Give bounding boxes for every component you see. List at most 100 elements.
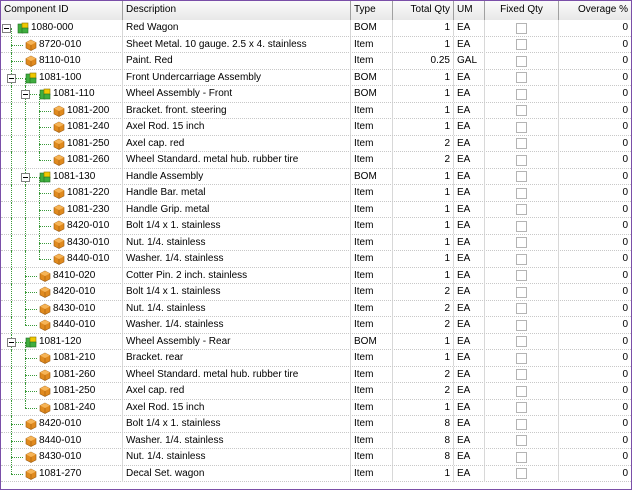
column-header-component-id[interactable]: Component ID — [1, 1, 123, 20]
table-row[interactable]: 8440-010 Washer. 1/4. stainless Item 1 EA 0 — [1, 251, 631, 268]
table-row[interactable]: 1081-210 Bracket. rear Item 1 EA 0 — [1, 350, 631, 367]
table-row[interactable]: 1081-270 Decal Set. wagon Item 1 EA 0 — [1, 465, 631, 482]
component-id-cell[interactable]: 1081-110 — [1, 86, 123, 102]
component-id-cell[interactable]: 1081-260 — [1, 366, 123, 383]
table-row[interactable]: 8430-010 Nut. 1/4. stainless Item 8 EA 0 — [1, 449, 631, 466]
type-cell: Item — [351, 284, 393, 300]
fixed-qty-checkbox[interactable] — [516, 72, 527, 83]
component-id-cell[interactable]: 8720-010 — [1, 36, 123, 53]
component-id-cell[interactable]: 1081-210 — [1, 350, 123, 366]
fixed-qty-checkbox[interactable] — [516, 303, 527, 314]
table-row[interactable]: 1081-240 Axel Rod. 15 inch Item 1 EA 0 — [1, 119, 631, 136]
um-cell: EA — [454, 350, 485, 366]
table-row[interactable]: 1081-200 Bracket. front. steering Item 1 EA 0 — [1, 102, 631, 119]
fixed-qty-checkbox[interactable] — [516, 39, 527, 50]
table-row[interactable]: 1081-130 Handle Assembly BOM 1 EA 0 — [1, 168, 631, 185]
component-id-cell[interactable]: 8440-010 — [1, 432, 123, 449]
collapse-toggle-icon[interactable] — [21, 90, 30, 99]
table-row[interactable]: 1081-250 Axel cap. red Item 2 EA 0 — [1, 383, 631, 400]
fixed-qty-checkbox[interactable] — [516, 121, 527, 133]
fixed-qty-checkbox[interactable] — [516, 187, 527, 199]
fixed-qty-checkbox[interactable] — [516, 418, 527, 430]
fixed-qty-checkbox[interactable] — [516, 385, 527, 397]
table-row[interactable]: 8420-010 Bolt 1/4 x 1. stainless Item 1 EA 0 — [1, 218, 631, 235]
table-row[interactable]: 1081-120 Wheel Assembly - Rear BOM 1 EA 0 — [1, 333, 631, 350]
collapse-toggle-icon[interactable] — [21, 172, 30, 182]
component-id-cell[interactable]: 8430-010 — [1, 234, 123, 251]
fixed-qty-checkbox[interactable] — [516, 286, 527, 298]
fixed-qty-checkbox[interactable] — [516, 237, 527, 248]
table-row[interactable]: 8430-010 Nut. 1/4. stainless Item 1 EA 0 — [1, 234, 631, 251]
component-id-cell[interactable]: 1081-250 — [1, 135, 123, 152]
component-id-cell[interactable]: 1081-250 — [1, 383, 123, 399]
table-row[interactable]: 8440-010 Washer. 1/4. stainless Item 2 EA 0 — [1, 317, 631, 334]
component-id-cell[interactable]: 8430-010 — [1, 300, 123, 317]
component-id-cell[interactable]: 8420-010 — [1, 416, 123, 432]
table-row[interactable]: 8420-010 Bolt 1/4 x 1. stainless Item 2 EA 0 — [1, 284, 631, 301]
fixed-qty-checkbox[interactable] — [516, 171, 527, 182]
table-row[interactable]: 1081-100 Front Undercarriage Assembly BOM 1… — [1, 69, 631, 86]
component-id-cell[interactable]: 1081-240 — [1, 399, 123, 416]
fixed-qty-checkbox[interactable] — [516, 138, 527, 149]
table-row[interactable]: 8420-010 Bolt 1/4 x 1. stainless Item 8 EA 0 — [1, 416, 631, 433]
component-id-cell[interactable]: 8410-020 — [1, 267, 123, 284]
component-id-cell[interactable]: 8440-010 — [1, 251, 123, 267]
fixed-qty-checkbox[interactable] — [516, 369, 527, 380]
component-id-cell[interactable]: 8420-010 — [1, 218, 123, 234]
column-header-fixed-qty[interactable]: Fixed Qty — [485, 1, 559, 20]
component-id-cell[interactable]: 1081-230 — [1, 201, 123, 218]
fixed-qty-checkbox[interactable] — [516, 105, 527, 116]
column-header-overage[interactable]: Overage % — [559, 1, 631, 20]
fixed-qty-checkbox[interactable] — [516, 468, 527, 479]
column-header-type[interactable]: Type — [351, 1, 393, 20]
component-id-cell[interactable]: 1081-240 — [1, 119, 123, 135]
fixed-qty-checkbox[interactable] — [516, 336, 527, 347]
collapse-toggle-icon[interactable] — [7, 337, 16, 347]
fixed-qty-checkbox[interactable] — [516, 402, 527, 413]
column-header-total-qty[interactable]: Total Qty — [393, 1, 454, 20]
component-id-cell[interactable]: 1081-200 — [1, 102, 123, 119]
table-row[interactable]: 1081-240 Axel Rod. 15 inch Item 1 EA 0 — [1, 399, 631, 416]
component-id-cell[interactable]: 8110-010 — [1, 53, 123, 69]
fixed-qty-checkbox[interactable] — [516, 435, 527, 446]
component-id-cell[interactable]: 1081-120 — [1, 333, 123, 350]
table-row[interactable]: 1080-000 Red Wagon BOM 1 EA 0 — [1, 20, 631, 37]
fixed-qty-checkbox[interactable] — [516, 154, 527, 166]
table-row[interactable]: 8440-010 Washer. 1/4. stainless Item 8 EA 0 — [1, 432, 631, 449]
overage-cell: 0 — [622, 467, 628, 479]
component-id-cell[interactable]: 1080-000 — [1, 20, 123, 36]
table-row[interactable]: 8720-010 Sheet Metal. 10 gauge. 2.5 x 4. … — [1, 36, 631, 53]
fixed-qty-checkbox[interactable] — [516, 55, 527, 67]
table-row[interactable]: 1081-220 Handle Bar. metal Item 1 EA 0 — [1, 185, 631, 202]
collapse-toggle-icon[interactable] — [2, 24, 11, 33]
table-row[interactable]: 1081-260 Wheel Standard. metal hub. rubbe… — [1, 366, 631, 383]
component-id-cell[interactable]: 1081-220 — [1, 185, 123, 201]
column-header-description[interactable]: Description — [123, 1, 351, 20]
component-id-cell[interactable]: 1081-260 — [1, 152, 123, 168]
component-id-cell[interactable]: 1081-270 — [1, 465, 123, 482]
table-row[interactable]: 1081-250 Axel cap. red Item 2 EA 0 — [1, 135, 631, 152]
fixed-qty-checkbox[interactable] — [516, 270, 527, 281]
collapse-toggle-icon[interactable] — [7, 73, 16, 83]
fixed-qty-checkbox[interactable] — [516, 220, 527, 232]
fixed-qty-checkbox[interactable] — [516, 204, 527, 215]
table-row[interactable]: 1081-110 Wheel Assembly - Front BOM 1 EA 0 — [1, 86, 631, 103]
total-qty-cell: 1 — [393, 69, 454, 86]
fixed-qty-checkbox[interactable] — [516, 319, 527, 331]
fixed-qty-checkbox[interactable] — [516, 22, 527, 34]
table-row[interactable]: 1081-260 Wheel Standard. metal hub. rubbe… — [1, 152, 631, 169]
fixed-qty-checkbox[interactable] — [516, 451, 527, 463]
fixed-qty-checkbox[interactable] — [516, 253, 527, 265]
component-id-cell[interactable]: 1081-130 — [1, 168, 123, 185]
table-row[interactable]: 1081-230 Handle Grip. metal Item 1 EA 0 — [1, 201, 631, 218]
component-id-cell[interactable]: 8440-010 — [1, 317, 123, 333]
fixed-qty-checkbox[interactable] — [516, 88, 527, 100]
component-id-cell[interactable]: 8430-010 — [1, 449, 123, 465]
table-row[interactable]: 8430-010 Nut. 1/4. stainless Item 2 EA 0 — [1, 300, 631, 317]
component-id-cell[interactable]: 1081-100 — [1, 69, 123, 86]
table-row[interactable]: 8110-010 Paint. Red Item 0.25 GAL 0 — [1, 53, 631, 70]
component-id-cell[interactable]: 8420-010 — [1, 284, 123, 300]
table-row[interactable]: 8410-020 Cotter Pin. 2 inch. stainless Ite… — [1, 267, 631, 284]
fixed-qty-checkbox[interactable] — [516, 352, 527, 364]
column-header-um[interactable]: UM — [454, 1, 485, 20]
